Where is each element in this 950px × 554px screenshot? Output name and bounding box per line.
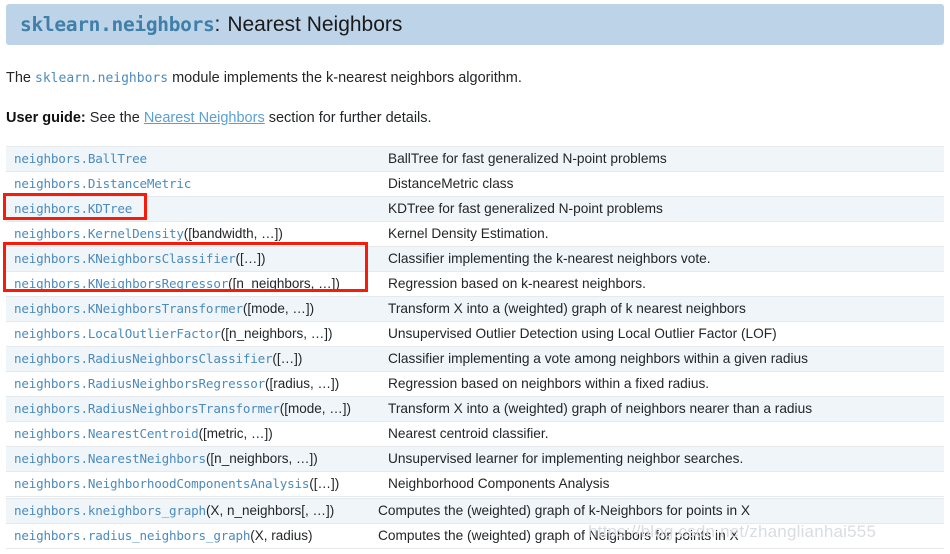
user-guide-line: User guide: See the Nearest Neighbors se…	[6, 110, 432, 126]
table-row: neighbors.NearestCentroid([metric, …]) Ne…	[6, 421, 944, 447]
api-signature-args: ([…])	[272, 351, 303, 366]
table-row: neighbors.NeighborhoodComponentsAnalysis…	[6, 471, 944, 497]
api-link[interactable]: neighbors.RadiusNeighborsRegressor	[14, 376, 265, 391]
table-row: neighbors.KernelDensity([bandwidth, …]) K…	[6, 221, 944, 247]
user-guide-text-before: See the	[85, 110, 144, 126]
table-row: neighbors.RadiusNeighborsTransformer([mo…	[6, 396, 944, 422]
api-name-cell[interactable]: neighbors.NearestNeighbors([n_neighbors,…	[6, 446, 380, 472]
api-signature-args: ([n_neighbors, …])	[220, 326, 333, 341]
api-name-cell[interactable]: neighbors.KNeighborsTransformer([mode, ……	[6, 296, 380, 322]
api-link[interactable]: neighbors.BallTree	[14, 151, 147, 166]
api-signature-args: ([…])	[235, 251, 266, 266]
page-header-banner: sklearn.neighbors: Nearest Neighbors	[6, 4, 944, 45]
table-row: neighbors.radius_neighbors_graph(X, radi…	[6, 523, 944, 549]
api-link[interactable]: neighbors.LocalOutlierFactor	[14, 326, 221, 341]
classes-table: neighbors.BallTree BallTree for fast gene…	[6, 146, 944, 497]
classes-table-body: neighbors.BallTree BallTree for fast gene…	[6, 146, 944, 497]
table-row: neighbors.RadiusNeighborsClassifier([…])…	[6, 346, 944, 372]
table-row: neighbors.DistanceMetric DistanceMetric c…	[6, 171, 944, 197]
api-name-cell[interactable]: neighbors.KernelDensity([bandwidth, …])	[6, 221, 380, 247]
api-signature-args: (X, n_neighbors[, …])	[205, 503, 335, 518]
table-row: neighbors.BallTree BallTree for fast gene…	[6, 146, 944, 172]
api-signature-args: ([mode, …])	[279, 401, 352, 416]
api-name-cell[interactable]: neighbors.DistanceMetric	[6, 171, 380, 197]
api-signature-args: ([bandwidth, …])	[183, 226, 283, 241]
api-link[interactable]: neighbors.NearestNeighbors	[14, 451, 206, 466]
api-description-cell: Unsupervised learner for implementing ne…	[380, 446, 944, 472]
api-description-cell: Kernel Density Estimation.	[380, 221, 944, 247]
api-name-cell[interactable]: neighbors.NeighborhoodComponentsAnalysis…	[6, 471, 380, 497]
api-name-cell[interactable]: neighbors.kneighbors_graph(X, n_neighbor…	[6, 498, 370, 524]
api-name-cell[interactable]: neighbors.KNeighborsClassifier([…])	[6, 246, 380, 272]
api-description-cell: Transform X into a (weighted) graph of n…	[380, 396, 944, 422]
user-guide-text-after: section for further details.	[264, 110, 432, 126]
api-description-cell: Transform X into a (weighted) graph of k…	[380, 296, 944, 322]
module-name: sklearn.neighbors	[20, 13, 215, 36]
api-link[interactable]: neighbors.KNeighborsClassifier	[14, 251, 236, 266]
api-description-cell: DistanceMetric class	[380, 171, 944, 197]
api-signature-args: ([radius, …])	[265, 376, 340, 391]
table-row: neighbors.LocalOutlierFactor([n_neighbor…	[6, 321, 944, 347]
api-link[interactable]: neighbors.kneighbors_graph	[14, 503, 206, 518]
api-link[interactable]: neighbors.RadiusNeighborsTransformer	[14, 401, 280, 416]
functions-table-body: neighbors.kneighbors_graph(X, n_neighbor…	[6, 498, 944, 549]
inline-code-module: sklearn.neighbors	[35, 71, 169, 86]
header-separator: :	[214, 12, 221, 36]
documentation-page: sklearn.neighbors: Nearest Neighbors The …	[0, 0, 950, 554]
api-signature-args: ([mode, …])	[242, 301, 315, 316]
api-link[interactable]: neighbors.KNeighborsTransformer	[14, 301, 243, 316]
intro-text-before: The	[6, 70, 36, 86]
api-signature-args: ([n_neighbors, …])	[205, 451, 318, 466]
api-description-cell: Computes the (weighted) graph of Neighbo…	[370, 523, 944, 549]
api-description-cell: Unsupervised Outlier Detection using Loc…	[380, 321, 944, 347]
api-signature-args: (X, radius)	[250, 528, 313, 543]
table-row: neighbors.KNeighborsTransformer([mode, ……	[6, 296, 944, 322]
api-description-cell: Computes the (weighted) graph of k-Neigh…	[370, 498, 944, 524]
api-link[interactable]: neighbors.DistanceMetric	[14, 176, 191, 191]
table-row: neighbors.KNeighborsClassifier([…]) Class…	[6, 246, 944, 272]
user-guide-label: User guide:	[6, 110, 86, 126]
api-description-cell: Regression based on neighbors within a f…	[380, 371, 944, 397]
api-description-cell: BallTree for fast generalized N-point pr…	[380, 146, 944, 172]
functions-table: neighbors.kneighbors_graph(X, n_neighbor…	[6, 498, 944, 549]
api-link[interactable]: neighbors.KNeighborsRegressor	[14, 276, 228, 291]
api-link[interactable]: neighbors.KDTree	[14, 201, 132, 216]
nearest-neighbors-link[interactable]: Nearest Neighbors	[144, 110, 265, 126]
table-row: neighbors.kneighbors_graph(X, n_neighbor…	[6, 498, 944, 524]
page-title: Nearest Neighbors	[227, 12, 403, 36]
table-row: neighbors.NearestNeighbors([n_neighbors,…	[6, 446, 944, 472]
api-description-cell: Regression based on k-nearest neighbors.	[380, 271, 944, 297]
api-link[interactable]: neighbors.NeighborhoodComponentsAnalysis	[14, 476, 309, 491]
api-name-cell[interactable]: neighbors.BallTree	[6, 146, 380, 172]
api-description-cell: Classifier implementing the k-nearest ne…	[380, 246, 944, 272]
api-description-cell: KDTree for fast generalized N-point prob…	[380, 196, 944, 222]
table-row: neighbors.KDTree KDTree for fast generali…	[6, 196, 944, 222]
api-description-cell: Classifier implementing a vote among nei…	[380, 346, 944, 372]
api-link[interactable]: neighbors.KernelDensity	[14, 226, 184, 241]
api-description-cell: Nearest centroid classifier.	[380, 421, 944, 447]
api-name-cell[interactable]: neighbors.RadiusNeighborsTransformer([mo…	[6, 396, 380, 422]
api-signature-args: ([n_neighbors, …])	[228, 276, 340, 291]
api-name-cell[interactable]: neighbors.KNeighborsRegressor([n_neighbo…	[6, 271, 380, 297]
api-signature-args: ([metric, …])	[198, 426, 273, 441]
api-link[interactable]: neighbors.NearestCentroid	[14, 426, 199, 441]
api-name-cell[interactable]: neighbors.RadiusNeighborsClassifier([…])	[6, 346, 380, 372]
table-row: neighbors.KNeighborsRegressor([n_neighbo…	[6, 271, 944, 297]
api-link[interactable]: neighbors.radius_neighbors_graph	[14, 528, 250, 543]
intro-text-after: module implements the k-nearest neighbor…	[168, 70, 522, 86]
api-name-cell[interactable]: neighbors.KDTree	[6, 196, 380, 222]
api-signature-args: ([…])	[309, 476, 340, 491]
api-name-cell[interactable]: neighbors.radius_neighbors_graph(X, radi…	[6, 523, 370, 549]
api-description-cell: Neighborhood Components Analysis	[380, 471, 944, 497]
table-row: neighbors.RadiusNeighborsRegressor([radi…	[6, 371, 944, 397]
api-name-cell[interactable]: neighbors.LocalOutlierFactor([n_neighbor…	[6, 321, 380, 347]
api-name-cell[interactable]: neighbors.NearestCentroid([metric, …])	[6, 421, 380, 447]
api-link[interactable]: neighbors.RadiusNeighborsClassifier	[14, 351, 273, 366]
api-name-cell[interactable]: neighbors.RadiusNeighborsRegressor([radi…	[6, 371, 380, 397]
module-description: The sklearn.neighbors module implements …	[6, 70, 522, 86]
